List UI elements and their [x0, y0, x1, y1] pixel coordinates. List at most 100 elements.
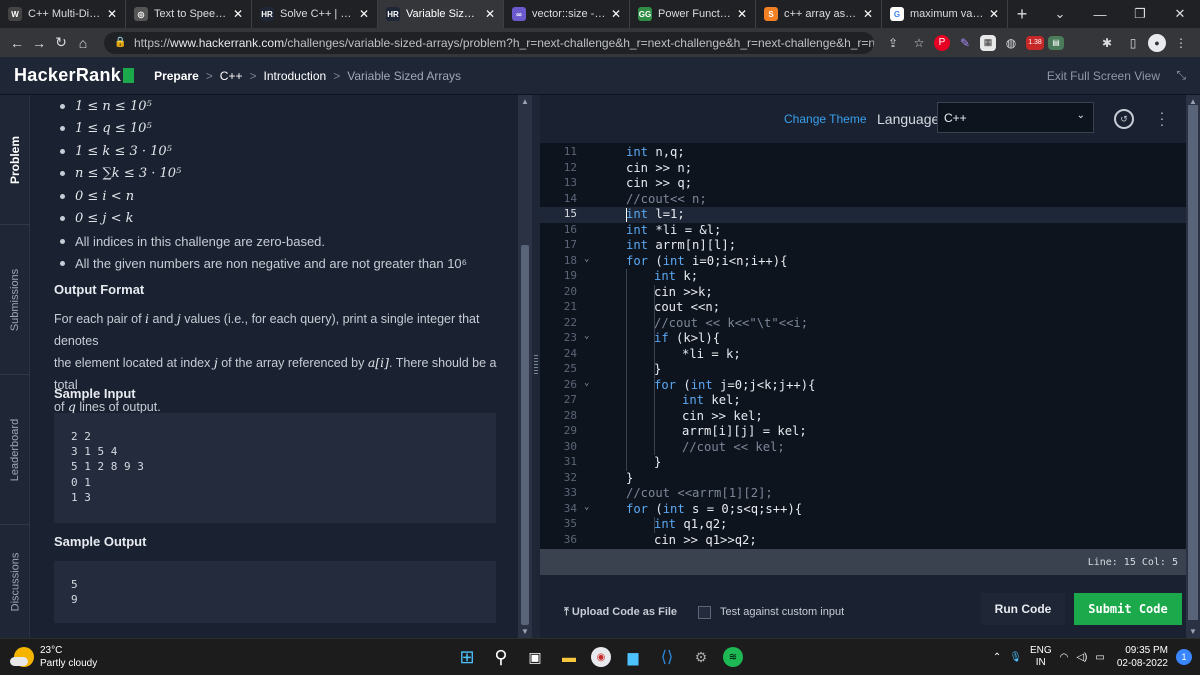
notification-badge[interactable]: 1	[1176, 649, 1192, 665]
chevron-up-icon[interactable]: ⌃	[993, 652, 1001, 663]
reset-code-icon[interactable]: ↺	[1114, 109, 1134, 129]
problem-scrollbar[interactable]: ▲ ▼	[518, 95, 532, 638]
fold-chevron-icon[interactable]: ⌄	[584, 331, 589, 341]
tab-close-icon[interactable]: ✕	[233, 7, 243, 21]
fold-chevron-icon[interactable]: ⌄	[584, 378, 589, 388]
browser-tab[interactable]: ∞ vector::size - C++ ✕	[504, 0, 630, 28]
scroll-down-icon[interactable]: ▼	[520, 627, 530, 636]
code-line[interactable]: 20 cin >>k;	[540, 285, 1186, 301]
scroll-down-icon[interactable]: ▼	[1188, 627, 1198, 636]
code-line[interactable]: 25}	[540, 362, 1186, 378]
extension-icon[interactable]: ▦	[980, 34, 996, 51]
fold-chevron-icon[interactable]: ⌄	[584, 254, 589, 264]
tab-search-icon[interactable]: ⌄	[1040, 0, 1080, 28]
code-line[interactable]: 30 //cout << kel;	[540, 440, 1186, 456]
code-line[interactable]: 12 cin >> n;	[540, 161, 1186, 177]
tab-close-icon[interactable]: ✕	[611, 7, 621, 21]
weather-widget[interactable]: 23°C Partly cloudy	[10, 644, 97, 670]
code-line[interactable]: 16 int *li = &l;	[540, 223, 1186, 239]
search-icon[interactable]: ⚲	[489, 645, 513, 669]
browser-tab[interactable]: Sc++ array assignm ✕	[756, 0, 882, 28]
pane-resize-handle[interactable]	[532, 95, 540, 638]
code-line[interactable]: 13 cin >> q;	[540, 176, 1186, 192]
windows-start-icon[interactable]: ⊞	[455, 645, 479, 669]
tab-close-icon[interactable]: ✕	[863, 7, 873, 21]
tab-close-icon[interactable]: ✕	[359, 7, 369, 21]
microphone-icon[interactable]: 🎙	[1009, 652, 1022, 663]
tab-close-icon[interactable]: ✕	[107, 7, 117, 21]
language-select[interactable]: C++ ⌄	[937, 102, 1094, 133]
pinterest-icon[interactable]: P	[934, 34, 950, 51]
hackerrank-logo[interactable]: HackerRank	[14, 65, 135, 86]
wifi-icon[interactable]: ◠	[1060, 652, 1069, 663]
scroll-up-icon[interactable]: ▲	[520, 97, 530, 106]
map-extension-icon[interactable]: ▤	[1048, 35, 1064, 50]
url-input[interactable]: 🔒 https://www.hackerrank.com/challenges/…	[104, 31, 874, 54]
tab-discussions[interactable]: Discussions	[0, 525, 30, 638]
code-line[interactable]: 18 ⌄ for (int i=0;i<n;i++){	[540, 254, 1186, 270]
browser-tab[interactable]: W C++ Multi-Dimen ✕	[0, 0, 126, 28]
tab-close-icon[interactable]: ✕	[485, 7, 495, 21]
spotify-icon[interactable]: ≋	[723, 647, 743, 667]
tab-leaderboard[interactable]: Leaderboard	[0, 375, 30, 525]
reload-icon[interactable]: ↻	[50, 31, 72, 55]
sidebar-icon[interactable]: ▯	[1122, 32, 1144, 54]
bookmark-star-icon[interactable]: ☆	[908, 32, 930, 54]
code-line[interactable]: 36 cin >> q1>>q2;	[540, 533, 1186, 549]
page-scrollbar[interactable]: ▲ ▼	[1186, 95, 1200, 638]
settings-gear-icon[interactable]: ⚙	[689, 645, 713, 669]
restore-icon[interactable]: ❐	[1120, 0, 1160, 28]
breadcrumb-cpp[interactable]: C++	[220, 69, 243, 83]
tab-close-icon[interactable]: ✕	[737, 7, 747, 21]
code-line[interactable]: 11 int n,q;	[540, 145, 1186, 161]
puzzle-icon[interactable]: ✱	[1096, 32, 1118, 54]
code-area[interactable]: 11 int n,q; 12 cin >> n; 13 cin >> q; 14 //cout…	[540, 143, 1186, 549]
tab-close-icon[interactable]: ✕	[989, 7, 999, 21]
exit-fullscreen-link[interactable]: Exit Full Screen View	[1047, 69, 1160, 83]
minimize-icon[interactable]: —	[1080, 0, 1120, 28]
scroll-thumb[interactable]	[521, 245, 529, 625]
browser-tab[interactable]: HR Variable Sized Ar ✕	[378, 0, 504, 28]
volume-icon[interactable]: ◁)	[1076, 652, 1087, 663]
custom-input-checkbox[interactable]	[698, 606, 711, 619]
code-line[interactable]: 33 //cout <<arrm[1][2];	[540, 486, 1186, 502]
new-tab-button[interactable]: +	[1008, 0, 1036, 28]
pen-extension-icon[interactable]: ✎	[954, 32, 976, 54]
code-line[interactable]: 31}	[540, 455, 1186, 471]
browser-tab[interactable]: GG Power Function in ✕	[630, 0, 756, 28]
run-code-button[interactable]: Run Code	[981, 593, 1065, 625]
share-icon[interactable]: ⇪	[882, 32, 904, 54]
code-line[interactable]: 35 int q1,q2;	[540, 517, 1186, 533]
submit-code-button[interactable]: Submit Code	[1074, 593, 1182, 625]
chrome-icon[interactable]: ◉	[591, 647, 611, 667]
fold-chevron-icon[interactable]: ⌄	[584, 502, 589, 512]
file-explorer-icon[interactable]: ▬	[557, 645, 581, 669]
shrink-icon[interactable]: ⤡	[1176, 68, 1186, 83]
profile-avatar-icon[interactable]: ●	[1148, 33, 1166, 52]
forward-icon[interactable]: →	[28, 31, 50, 55]
browser-tab[interactable]: Gmaximum value c ✕	[882, 0, 1008, 28]
clock[interactable]: 09:35 PM 02-08-2022	[1117, 644, 1168, 670]
code-line[interactable]: 14 //cout<< n;	[540, 192, 1186, 208]
code-line[interactable]: 17 int arrm[n][l];	[540, 238, 1186, 254]
code-line[interactable]: 24 *li = k;	[540, 347, 1186, 363]
task-view-icon[interactable]: ▣	[523, 645, 547, 669]
tab-problem[interactable]: Problem	[0, 95, 30, 225]
code-line[interactable]: 15 int l=1;	[540, 207, 1186, 223]
code-line[interactable]: 21 cout <<n;	[540, 300, 1186, 316]
change-theme-link[interactable]: Change Theme	[784, 112, 867, 126]
code-line[interactable]: 23 ⌄ if (k>l){	[540, 331, 1186, 347]
custom-input-label[interactable]: Test against custom input	[720, 606, 844, 618]
battery-icon[interactable]: ▭	[1095, 652, 1104, 663]
more-options-icon[interactable]: · · ·	[1157, 105, 1167, 131]
browser-tab[interactable]: ◎ Text to Speech in ✕	[126, 0, 252, 28]
close-window-icon[interactable]: ✕	[1160, 0, 1200, 28]
upload-code-link[interactable]: ⤒ Upload Code as File	[564, 606, 677, 619]
code-line[interactable]: 27 int kel;	[540, 393, 1186, 409]
tab-submissions[interactable]: Submissions	[0, 225, 30, 375]
code-line[interactable]: 29 arrm[i][j] = kel;	[540, 424, 1186, 440]
back-icon[interactable]: ←	[6, 31, 28, 55]
menu-kebab-icon[interactable]: ⋮	[1170, 32, 1192, 54]
code-line[interactable]: 34 ⌄ for (int s = 0;s<q;s++){	[540, 502, 1186, 518]
code-line[interactable]: 22 //cout << k<<"\t"<<i;	[540, 316, 1186, 332]
